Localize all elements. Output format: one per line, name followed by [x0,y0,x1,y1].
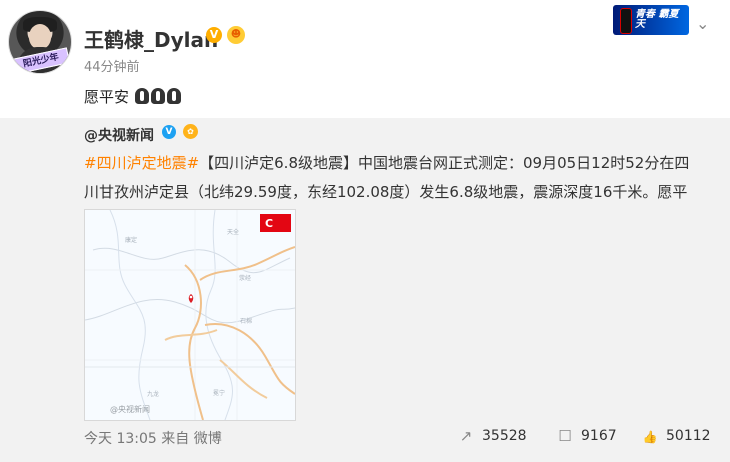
avatar[interactable]: 阳光少年 [8,10,72,74]
svg-text:天全: 天全 [227,228,239,236]
post-source[interactable]: 今天 13:05 来自 微博 [84,428,222,448]
post-header: 阳光少年 王鹤棣_Dylan V ☻ 44分钟前 愿平安 青春 霸夏天 ⌄ [0,0,730,118]
svg-text:石棉: 石棉 [240,317,252,325]
svg-text:荥经: 荥经 [239,274,251,282]
map-graphic: 康定 天全 荥经 石棉 冕宁 九龙 C [85,210,295,420]
verified-icon: V [206,27,222,43]
avatar-face [29,24,51,49]
map-logo: C [260,214,291,232]
timestamp[interactable]: 44分钟前 [84,56,140,75]
svg-text:冕宁: 冕宁 [213,389,225,397]
map-watermark: @央视新闻 [110,405,150,414]
repost-count[interactable]: 35528 [482,428,527,444]
gold-badge-icon: ✿ [183,124,198,139]
praying-hands-icon [134,88,149,104]
praying-hands-icon [166,88,181,104]
like-count[interactable]: 50112 [666,428,711,444]
bottle-icon [620,8,632,34]
share-icon[interactable] [458,428,474,444]
verified-icon: V [162,125,176,139]
repost-author[interactable]: @央视新闻 [84,125,154,145]
praying-hands-icon [150,88,165,104]
post-message: 愿平安 [84,88,130,106]
comment-icon[interactable] [557,428,573,444]
earthquake-map[interactable]: 康定 天全 荥经 石棉 冕宁 九龙 C [84,209,296,421]
comment-count[interactable]: 9167 [581,428,617,444]
svg-text:康定: 康定 [125,236,137,244]
sponsor-logo: 青春 霸夏天 [613,5,689,35]
svg-text:C: C [265,217,273,230]
like-icon[interactable] [642,428,658,444]
chevron-down-icon[interactable]: ⌄ [696,16,712,32]
hashtag-link[interactable]: #四川泸定地震# [84,154,199,172]
username[interactable]: 王鹤棣_Dylan [84,24,218,53]
post-text: 愿平安 [84,86,181,107]
praying-emoji-group [134,88,181,104]
vip-icon: ☻ [227,26,245,44]
svg-text:九龙: 九龙 [147,390,159,398]
sponsor-text: 青春 霸夏天 [635,9,679,30]
